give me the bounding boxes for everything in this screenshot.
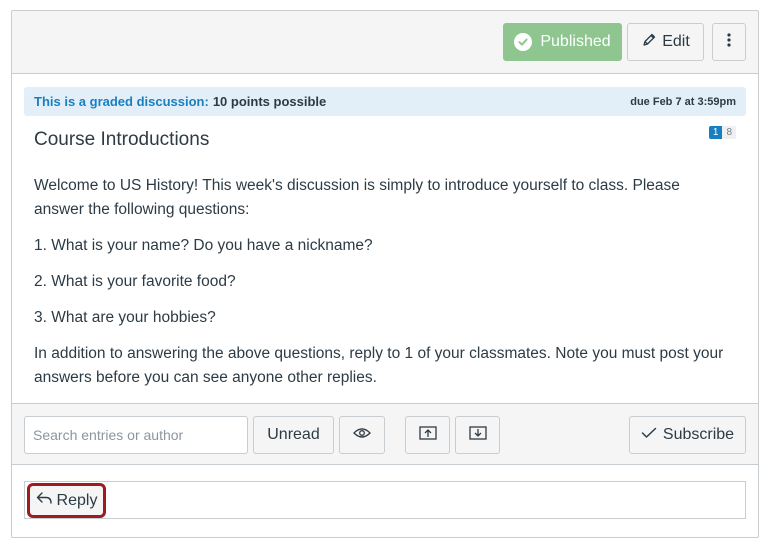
graded-label: This is a graded discussion: [34, 94, 209, 109]
body-paragraph: 2. What is your favorite food? [34, 273, 236, 290]
discussion-frame: Published Edit This is a graded discussi… [11, 10, 759, 538]
discussion-title: Course Introductions [34, 129, 210, 150]
reply-button[interactable]: Reply [27, 483, 106, 518]
body-paragraph: Welcome to US History! This week's discu… [34, 177, 680, 218]
body-paragraph: 1. What is your name? Do you have a nick… [34, 237, 373, 254]
body-paragraph: 3. What are your hobbies? [34, 309, 216, 326]
published-button[interactable]: Published [503, 23, 622, 61]
graded-discussion-banner: This is a graded discussion: 10 points po… [24, 87, 746, 116]
expand-threads-button[interactable] [455, 416, 500, 454]
due-date: due Feb 7 at 3:59pm [630, 95, 736, 108]
subscribe-button[interactable]: Subscribe [629, 416, 746, 454]
reply-arrow-icon [36, 491, 52, 510]
expand-icon [468, 425, 487, 446]
reply-counts: 1 8 [708, 126, 736, 139]
published-label: Published [540, 33, 611, 50]
search-entries-input[interactable] [24, 416, 248, 454]
eye-icon [353, 426, 371, 444]
unread-label: Unread [267, 426, 320, 443]
discussion-toolbar: Published Edit [12, 11, 758, 74]
collapse-icon [418, 425, 437, 446]
points-possible: 10 points possible [212, 94, 327, 109]
edit-label: Edit [662, 33, 690, 50]
discussion-controls: Unread Subscribe [12, 403, 758, 465]
check-circle-icon [514, 33, 533, 51]
unread-filter-button[interactable]: Unread [253, 416, 334, 454]
total-count-badge: 8 [722, 126, 736, 139]
body-paragraph: In addition to answering the above quest… [34, 345, 724, 386]
edit-button[interactable]: Edit [627, 23, 704, 61]
more-options-button[interactable] [712, 23, 746, 61]
grade-info: This is a graded discussion: 10 points po… [34, 94, 326, 109]
unread-count-badge: 1 [708, 126, 723, 139]
reply-label: Reply [56, 491, 98, 509]
checkmark-icon [641, 426, 657, 444]
reply-area: Reply [24, 481, 746, 519]
pencil-icon [641, 32, 657, 53]
subscribe-label: Subscribe [662, 426, 735, 443]
discussion-body: Welcome to US History! This week's discu… [34, 174, 724, 402]
collapse-threads-button[interactable] [405, 416, 450, 454]
kebab-menu-icon [727, 32, 731, 53]
mark-all-read-button[interactable] [339, 416, 385, 454]
